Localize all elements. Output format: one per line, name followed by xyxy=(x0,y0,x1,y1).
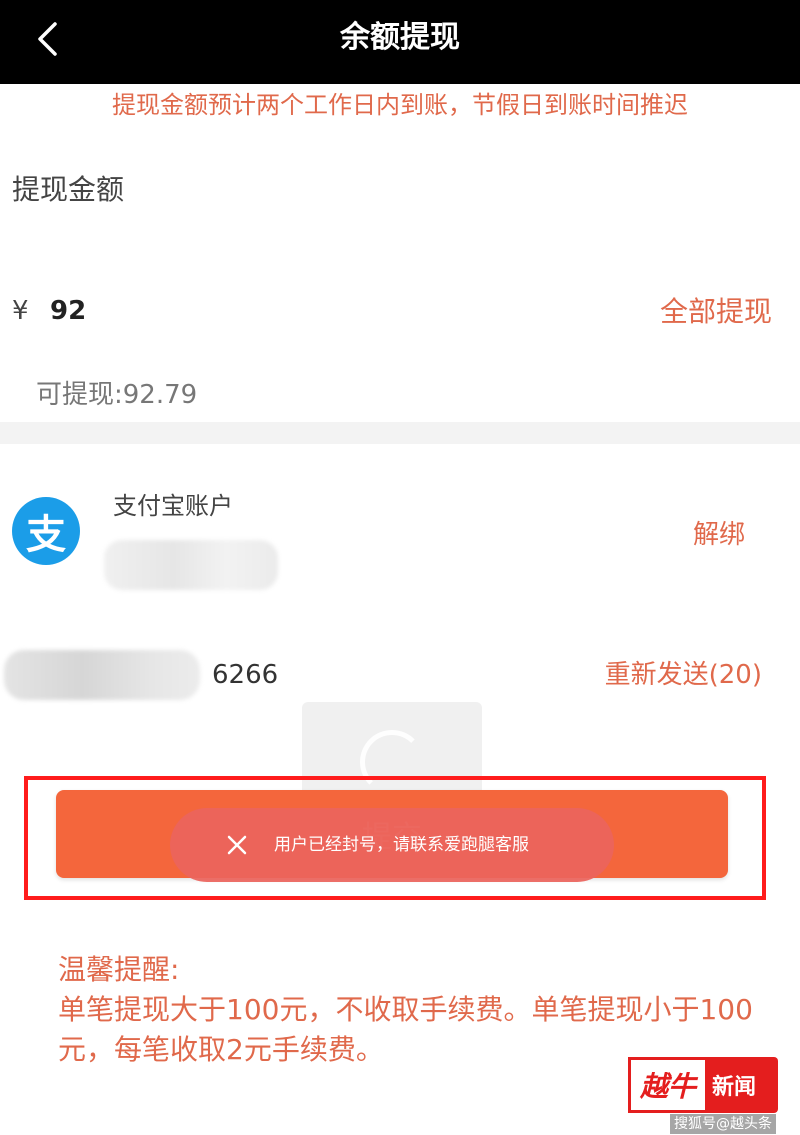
available-balance: 可提现:92.79 xyxy=(36,380,198,410)
verify-code-suffix: 6266 xyxy=(212,660,279,690)
section-divider xyxy=(0,422,800,444)
tips-title: 温馨提醒: xyxy=(58,953,180,986)
page-title: 余额提现 xyxy=(340,20,460,55)
currency-symbol: ¥ xyxy=(12,296,29,326)
watermark-news: 新闻 xyxy=(712,1075,757,1100)
tips-section: 温馨提醒: 单笔提现大于100元，不收取手续费。单笔提现小于100元，每笔收取2… xyxy=(58,950,758,1070)
account-number-redacted xyxy=(104,540,278,590)
unbind-button[interactable]: 解绑 xyxy=(693,516,745,554)
verify-code-redacted xyxy=(4,650,200,700)
alipay-account-label: 支付宝账户 xyxy=(113,492,233,520)
alipay-icon: 支 xyxy=(12,497,80,565)
withdraw-all-button[interactable]: 全部提现 xyxy=(660,292,772,332)
watermark-logo: 越牛 新闻 xyxy=(628,1057,778,1113)
watermark-source: 搜狐号@越头条 xyxy=(670,1114,776,1134)
amount-input[interactable] xyxy=(50,290,550,332)
arrival-notice: 提现金额预计两个工作日内到账，节假日到账时间推迟 xyxy=(112,91,688,119)
alipay-logo-char: 支 xyxy=(26,512,66,558)
nav-bar: 余额提现 xyxy=(0,0,800,84)
highlight-annotation xyxy=(24,776,766,900)
watermark-brand: 越牛 xyxy=(628,1057,708,1113)
resend-code-button[interactable]: 重新发送(20) xyxy=(605,656,762,694)
withdraw-amount-label: 提现金额 xyxy=(12,173,125,206)
